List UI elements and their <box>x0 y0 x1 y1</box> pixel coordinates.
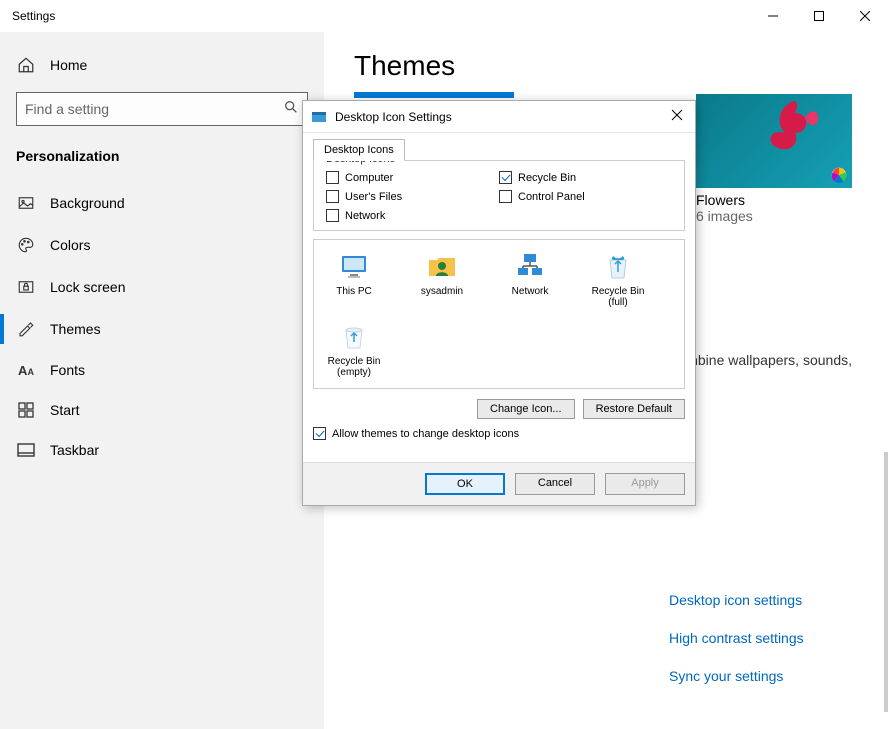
flower-graphic <box>750 98 830 168</box>
checkbox-label: Network <box>345 210 385 222</box>
nav-background[interactable]: Background <box>0 182 324 224</box>
nav-label: Themes <box>50 321 101 337</box>
restore-default-button[interactable]: Restore Default <box>583 399 685 419</box>
nav-label: Taskbar <box>50 442 99 458</box>
titlebar: Settings <box>0 0 888 32</box>
image-icon <box>16 194 36 212</box>
search-input-row[interactable] <box>16 92 308 126</box>
link-sync-settings[interactable]: Sync your settings <box>669 668 804 684</box>
apply-button[interactable]: Apply <box>605 473 685 495</box>
search-input[interactable] <box>25 101 283 117</box>
allow-themes-label: Allow themes to change desktop icons <box>332 428 519 440</box>
nav-label: Background <box>50 195 125 211</box>
theme-meta: Flowers 6 images <box>696 192 852 224</box>
icon-label: Recycle Bin (empty) <box>324 356 384 378</box>
link-desktop-icon-settings[interactable]: Desktop icon settings <box>669 592 804 608</box>
theme-name: Flowers <box>696 192 852 208</box>
icon-label: sysadmin <box>421 286 463 297</box>
dialog-title: Desktop Icon Settings <box>335 110 671 124</box>
related-links: Desktop icon settings High contrast sett… <box>669 592 804 706</box>
checkbox-label: Control Panel <box>518 191 585 203</box>
icon-label: This PC <box>336 286 372 297</box>
nav-colors[interactable]: Colors <box>0 224 324 266</box>
checkbox-label: User's Files <box>345 191 402 203</box>
nav-themes[interactable]: Themes <box>0 308 324 350</box>
category-label: Personalization <box>0 144 324 182</box>
titlebar-controls <box>750 0 888 32</box>
tab-desktop-icons[interactable]: Desktop Icons <box>313 139 405 161</box>
dialog-footer: OK Cancel Apply <box>303 462 695 505</box>
close-button[interactable] <box>842 0 888 32</box>
icon-this-pc[interactable]: This PC <box>324 250 384 308</box>
change-icon-button[interactable]: Change Icon... <box>477 399 575 419</box>
home-nav[interactable]: Home <box>0 46 324 84</box>
lockscreen-icon <box>16 278 36 296</box>
minimize-button[interactable] <box>750 0 796 32</box>
nav-label: Lock screen <box>50 279 125 295</box>
cancel-button[interactable]: Cancel <box>515 473 595 495</box>
checkbox-network[interactable]: Network <box>326 209 499 222</box>
search-icon <box>283 99 299 120</box>
icon-recycle-bin-empty[interactable]: Recycle Bin (empty) <box>324 320 384 378</box>
home-label: Home <box>50 57 87 73</box>
nav-fonts[interactable]: AA Fonts <box>0 350 324 390</box>
color-wheel-icon <box>830 166 848 184</box>
dialog-titlebar[interactable]: Desktop Icon Settings <box>303 101 695 133</box>
allow-themes-checkbox[interactable]: Allow themes to change desktop icons <box>313 427 685 440</box>
dialog-app-icon <box>311 109 327 125</box>
icon-label: Network <box>512 286 549 297</box>
checkbox-computer[interactable]: Computer <box>326 171 499 184</box>
checkbox-recycle-bin[interactable]: Recycle Bin <box>499 171 672 184</box>
scrollbar-thumb[interactable] <box>884 452 888 712</box>
fonts-icon: AA <box>16 363 36 378</box>
start-icon <box>16 402 36 418</box>
checkbox-label: Recycle Bin <box>518 172 576 184</box>
home-icon <box>16 56 36 74</box>
icon-label: Recycle Bin (full) <box>588 286 648 308</box>
description-fragment: nbine wallpapers, sounds, <box>690 352 852 368</box>
icon-recycle-bin-full[interactable]: Recycle Bin (full) <box>588 250 648 308</box>
dialog-close-button[interactable] <box>671 108 687 126</box>
link-high-contrast[interactable]: High contrast settings <box>669 630 804 646</box>
nav-label: Start <box>50 402 80 418</box>
nav-lockscreen[interactable]: Lock screen <box>0 266 324 308</box>
desktop-icon-settings-dialog: Desktop Icon Settings Desktop Icons Desk… <box>302 100 696 506</box>
icon-preview-grid: This PC sysadmin Network Recycle Bin (fu… <box>313 239 685 389</box>
icon-user-folder[interactable]: sysadmin <box>412 250 472 308</box>
theme-thumbnail[interactable] <box>696 94 852 188</box>
sidebar: Home Personalization Background Colors L… <box>0 32 324 729</box>
maximize-button[interactable] <box>796 0 842 32</box>
icon-network[interactable]: Network <box>500 250 560 308</box>
checkbox-label: Computer <box>345 172 393 184</box>
theme-image-count: 6 images <box>696 208 852 224</box>
nav-taskbar[interactable]: Taskbar <box>0 430 324 470</box>
themes-icon <box>16 320 36 338</box>
accent-bar <box>354 92 514 98</box>
window-title: Settings <box>12 9 55 23</box>
checkbox-users-files[interactable]: User's Files <box>326 190 499 203</box>
ok-button[interactable]: OK <box>425 473 505 495</box>
checkbox-control-panel[interactable]: Control Panel <box>499 190 672 203</box>
page-title: Themes <box>354 50 858 82</box>
nav-label: Fonts <box>50 362 85 378</box>
taskbar-icon <box>16 443 36 457</box>
palette-icon <box>16 236 36 254</box>
nav-label: Colors <box>50 237 90 253</box>
nav-start[interactable]: Start <box>0 390 324 430</box>
